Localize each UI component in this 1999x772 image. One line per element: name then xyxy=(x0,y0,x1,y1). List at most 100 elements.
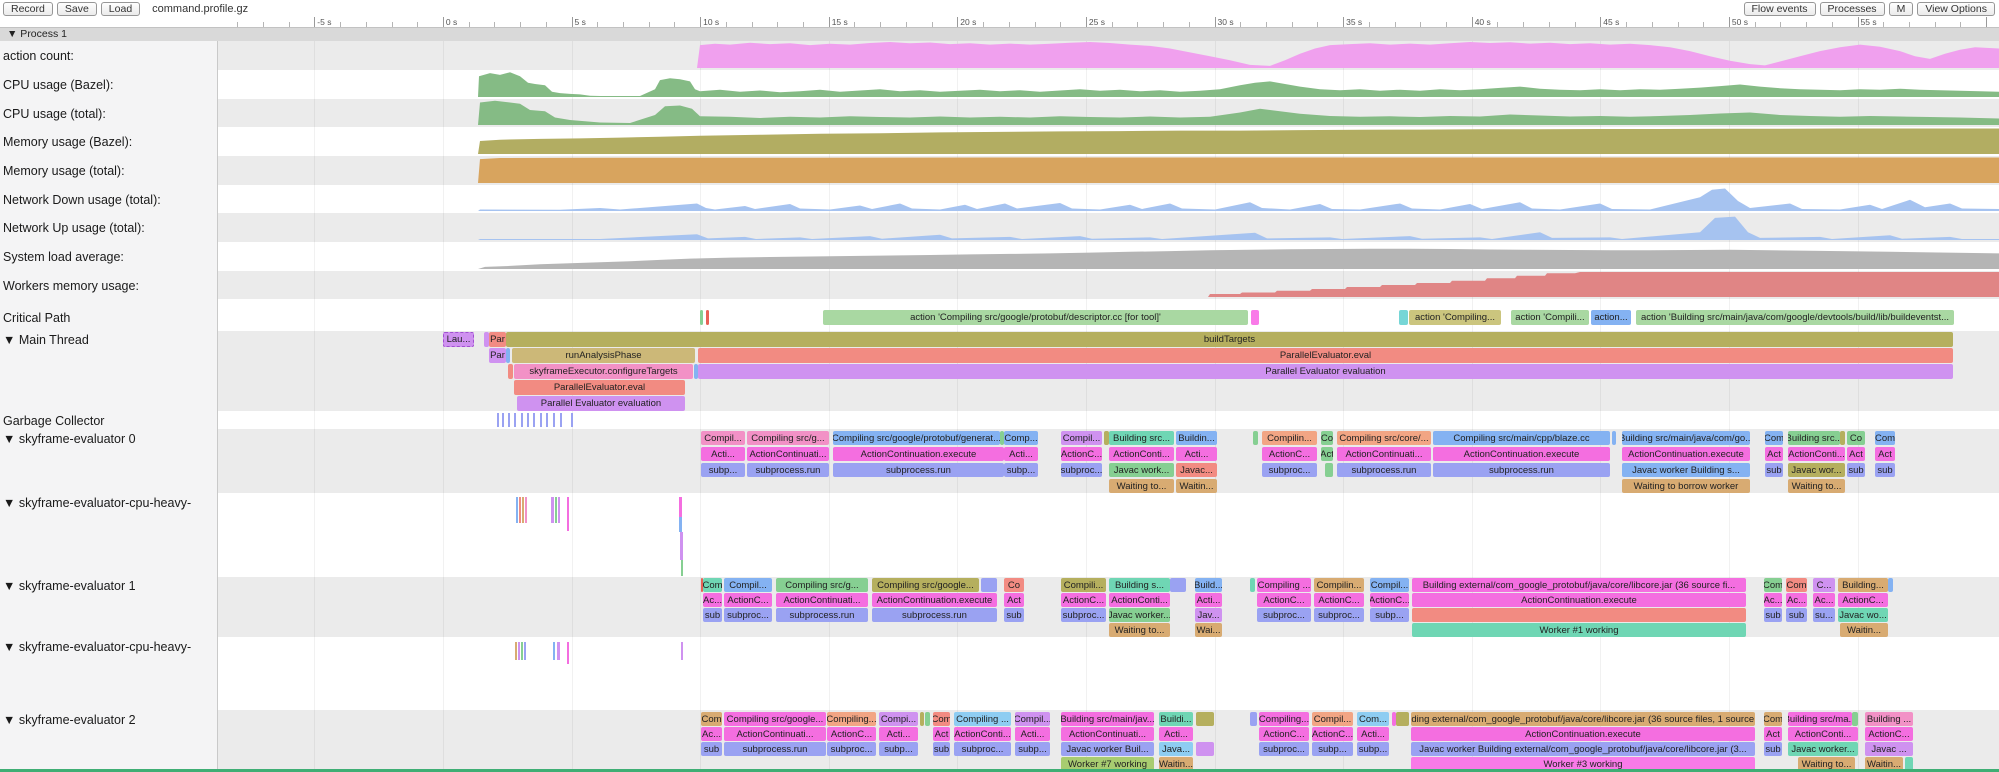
trace-tick[interactable] xyxy=(681,560,683,576)
trace-tick[interactable] xyxy=(555,497,557,523)
trace-event-bar[interactable]: subproc... xyxy=(724,608,772,622)
trace-event-bar[interactable]: Acti... xyxy=(1004,447,1038,461)
trace-event-bar[interactable]: sub xyxy=(1765,463,1783,477)
trace-event-bar[interactable]: Par xyxy=(489,348,506,363)
trace-event-bar[interactable] xyxy=(1253,431,1258,445)
trace-event-bar[interactable]: sub xyxy=(703,608,722,622)
trace-event-bar[interactable] xyxy=(706,310,709,325)
trace-event-bar[interactable]: subp... xyxy=(879,742,918,756)
trace-event-bar[interactable]: Com xyxy=(1786,578,1807,592)
track-label-skyframe-evaluator-1[interactable]: ▼ skyframe-evaluator 1 xyxy=(3,579,136,593)
trace-event-bar[interactable]: sub xyxy=(1764,608,1782,622)
trace-event-bar[interactable]: Javac wo... xyxy=(1838,608,1888,622)
trace-event-bar[interactable]: ActionC... xyxy=(1061,593,1106,607)
trace-event-bar[interactable]: ActionConti... xyxy=(1109,447,1174,461)
trace-event-bar[interactable]: ActionContinuati... xyxy=(1061,727,1154,741)
trace-event-bar[interactable]: ActionContinuation.execute xyxy=(1433,447,1610,461)
trace-event-bar[interactable]: subproc... xyxy=(827,742,876,756)
trace-event-bar[interactable] xyxy=(1412,608,1746,622)
trace-event-bar[interactable]: action 'Compiling... xyxy=(1409,310,1501,325)
trace-event-bar[interactable] xyxy=(1840,431,1845,445)
trace-event-bar[interactable]: Buildin... xyxy=(1176,431,1217,445)
trace-event-bar[interactable]: Compilin... xyxy=(1314,578,1364,592)
trace-event-bar[interactable]: Act xyxy=(1004,593,1024,607)
trace-event-bar[interactable]: subprocess.run xyxy=(872,608,997,622)
timeline-canvas[interactable]: action 'Compiling src/google/protobuf/de… xyxy=(0,41,1999,772)
trace-event-bar[interactable]: Act xyxy=(1875,447,1895,461)
trace-event-bar[interactable]: Acti... xyxy=(1357,727,1389,741)
trace-event-bar[interactable]: Javac worker Buil... xyxy=(1061,742,1154,756)
trace-event-bar[interactable]: ActionContinuati... xyxy=(1337,447,1431,461)
process-header[interactable]: ▼ Process 1 xyxy=(0,27,1999,41)
trace-event-bar[interactable]: Javac ... xyxy=(1865,742,1913,756)
trace-event-bar[interactable] xyxy=(1612,431,1616,445)
trace-event-bar[interactable]: ActionC... xyxy=(1838,593,1888,607)
record-button[interactable]: Record xyxy=(3,2,53,16)
trace-tick[interactable] xyxy=(514,413,516,427)
trace-tick[interactable] xyxy=(508,413,510,427)
trace-event-bar[interactable]: ParallelEvaluator.eval xyxy=(514,380,685,395)
trace-event-bar[interactable]: Compiling src/main/cpp/blaze.cc xyxy=(1433,431,1610,445)
trace-event-bar[interactable]: Comp... xyxy=(1004,431,1038,445)
trace-event-bar[interactable]: C... xyxy=(1813,578,1835,592)
trace-event-bar[interactable]: subp... xyxy=(1015,742,1050,756)
trace-event-bar[interactable]: Javac wor... xyxy=(1788,463,1845,477)
trace-event-bar[interactable]: Acti... xyxy=(1015,727,1050,741)
trace-event-bar[interactable] xyxy=(1170,578,1186,592)
trace-event-bar[interactable] xyxy=(506,348,510,363)
trace-event-bar[interactable]: Com xyxy=(933,712,950,726)
trace-event-bar[interactable]: subp... xyxy=(1357,742,1389,756)
trace-event-bar[interactable]: Com xyxy=(1764,712,1782,726)
trace-event-bar[interactable]: Com xyxy=(1765,431,1783,445)
trace-event-bar[interactable]: Worker #1 working xyxy=(1412,623,1746,637)
trace-event-bar[interactable]: su... xyxy=(1813,608,1835,622)
trace-event-bar[interactable]: subprocess.run xyxy=(1337,463,1431,477)
trace-tick[interactable] xyxy=(571,413,573,427)
trace-event-bar[interactable]: Java... xyxy=(1159,742,1193,756)
trace-event-bar[interactable]: Build... xyxy=(1195,578,1222,592)
trace-event-bar[interactable]: ActionConti... xyxy=(1788,447,1845,461)
trace-tick[interactable] xyxy=(522,497,524,523)
trace-event-bar[interactable]: ActionConti... xyxy=(1109,593,1170,607)
trace-event-bar[interactable]: Waitin... xyxy=(1176,479,1217,493)
trace-event-bar[interactable]: Javac worker Building external/com_googl… xyxy=(1411,742,1755,756)
trace-event-bar[interactable]: Compil... xyxy=(1015,712,1050,726)
trace-event-bar[interactable]: Compiling ... xyxy=(954,712,1011,726)
trace-event-bar[interactable]: Acti... xyxy=(701,447,745,461)
processes-button[interactable]: Processes xyxy=(1820,2,1885,16)
trace-event-bar[interactable]: ActionC... xyxy=(1314,593,1364,607)
save-button[interactable]: Save xyxy=(57,2,97,16)
trace-event-bar[interactable]: runAnalysisPhase xyxy=(512,348,695,363)
trace-event-bar[interactable]: ActionContinuation.execute xyxy=(1622,447,1750,461)
trace-tick[interactable] xyxy=(553,642,555,660)
trace-tick[interactable] xyxy=(516,497,518,523)
trace-event-bar[interactable]: sub xyxy=(1764,742,1782,756)
trace-event-bar[interactable]: Building src/ma... xyxy=(1788,712,1852,726)
trace-event-bar[interactable]: Compil... xyxy=(1370,578,1409,592)
trace-event-bar[interactable]: subprocess.run xyxy=(724,742,826,756)
trace-event-bar[interactable]: action 'Compili... xyxy=(1511,310,1589,325)
trace-event-bar[interactable]: subp... xyxy=(701,463,745,477)
trace-event-bar[interactable]: Building external/com_google_protobuf/ja… xyxy=(1411,712,1755,726)
trace-event-bar[interactable]: ActionC... xyxy=(827,727,876,741)
trace-event-bar[interactable] xyxy=(1852,712,1858,726)
trace-event-bar[interactable]: sub xyxy=(1004,608,1024,622)
trace-event-bar[interactable] xyxy=(1196,712,1214,726)
trace-event-bar[interactable]: subp... xyxy=(1370,608,1409,622)
trace-event-bar[interactable]: Waiting to... xyxy=(1109,623,1170,637)
trace-event-bar[interactable]: Javac worker... xyxy=(1109,608,1170,622)
trace-tick[interactable] xyxy=(525,497,527,523)
trace-tick[interactable] xyxy=(567,497,569,531)
trace-event-bar[interactable]: Act xyxy=(1847,447,1865,461)
trace-event-bar[interactable]: subprocess.run xyxy=(1433,463,1610,477)
trace-event-bar[interactable]: subp... xyxy=(1004,463,1038,477)
trace-event-bar[interactable]: Building external/com_google_protobuf/ja… xyxy=(1412,578,1746,592)
trace-event-bar[interactable]: Waiting to... xyxy=(1788,479,1845,493)
track-label-skyframe-evaluator-cpu-heavy-1[interactable]: ▼ skyframe-evaluator-cpu-heavy- xyxy=(3,496,191,510)
trace-event-bar[interactable]: buildTargets xyxy=(506,332,1953,347)
trace-event-bar[interactable]: Javac worker Building s... xyxy=(1622,463,1750,477)
trace-event-bar[interactable]: subp... xyxy=(1312,742,1353,756)
track-label-main-thread[interactable]: ▼ Main Thread xyxy=(3,333,89,347)
trace-event-bar[interactable]: Compiling src/google... xyxy=(872,578,979,592)
trace-event-bar[interactable]: subproc... xyxy=(1257,608,1311,622)
